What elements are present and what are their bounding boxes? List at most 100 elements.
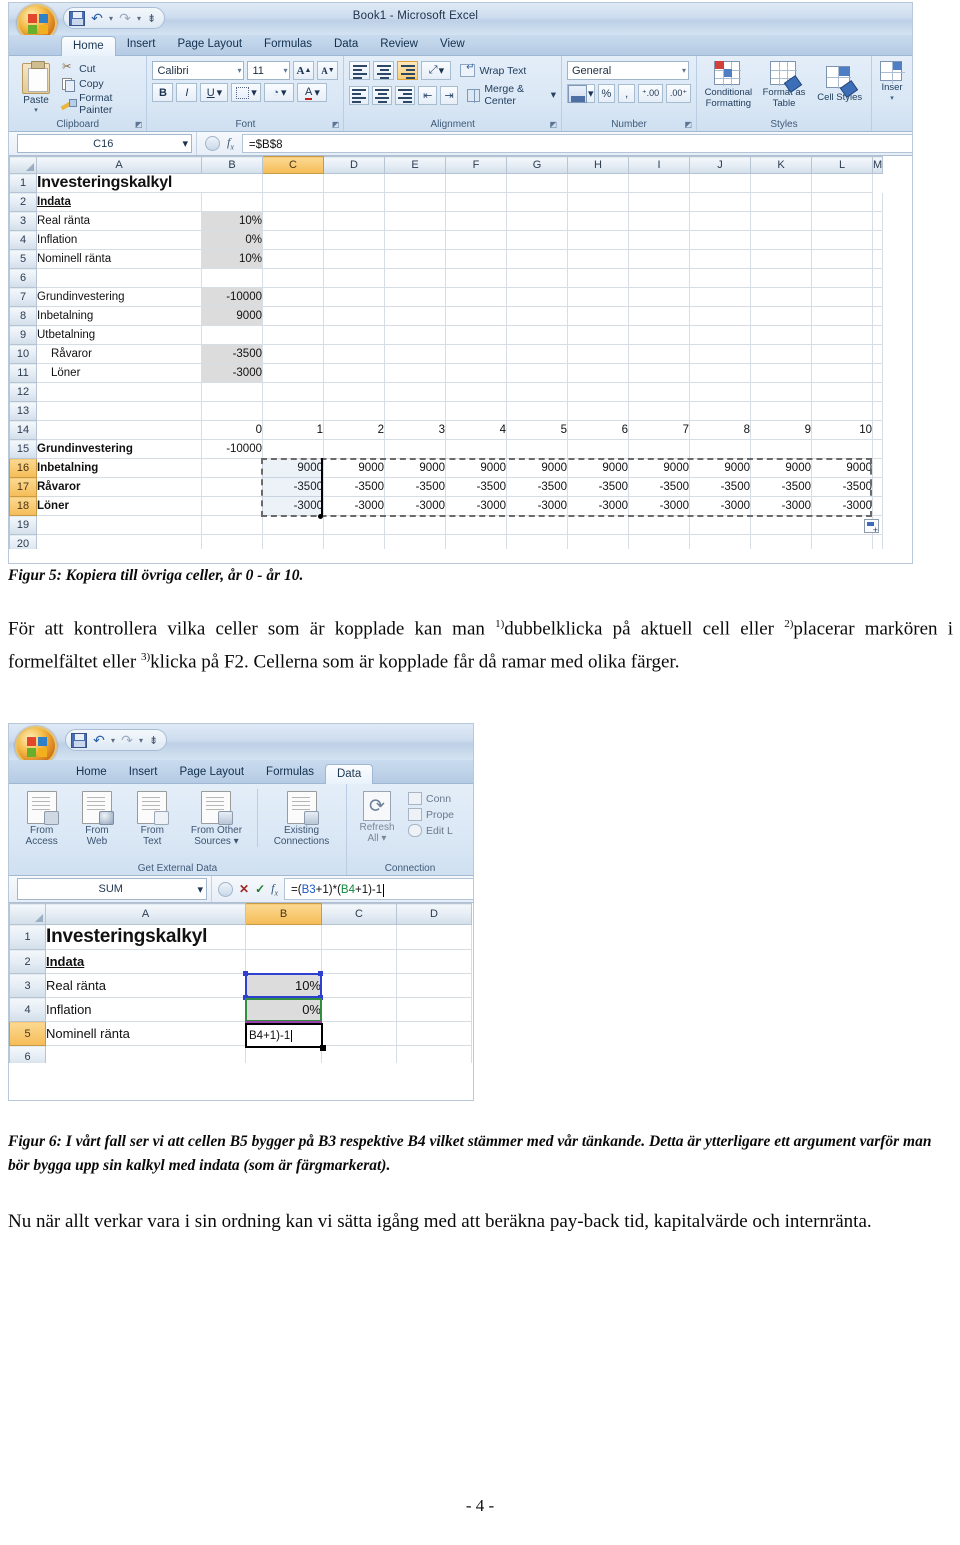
cell-D4-2[interactable] [396,997,472,1022]
clipboard-dialog-launcher-icon[interactable]: ◩ [135,120,143,129]
number-format-chevron-down-icon[interactable]: ▾ [682,66,686,75]
cell-D10[interactable] [323,344,385,364]
cell-F9[interactable] [445,325,507,345]
cell-E15[interactable] [384,439,446,459]
cell-A4[interactable]: Inflation [36,230,202,250]
cell-B13[interactable] [201,401,263,421]
cell-A8[interactable]: Inbetalning [36,306,202,326]
cell-A2[interactable]: Indata [36,192,202,212]
cell-M8[interactable] [872,306,884,326]
merge-chevron-down-icon[interactable]: ▾ [551,89,556,101]
cell-H9[interactable] [567,325,629,345]
cell-A1-2[interactable]: Investeringskalkyl [45,924,246,950]
cell-I13[interactable] [628,401,690,421]
cell-D5-2[interactable] [396,1021,472,1046]
cell-D17[interactable]: -3500 [323,477,385,497]
number-format-combobox[interactable]: General ▾ [567,61,689,80]
cell-C7[interactable] [262,287,324,307]
cell-E11[interactable] [384,363,446,383]
connections-button[interactable]: Conn [408,792,454,805]
cell-C5[interactable] [262,249,324,269]
cell-B11[interactable]: -3000 [201,363,263,383]
cell-G2[interactable] [506,192,568,212]
name-box-chevron-down-icon[interactable]: ▾ [182,137,188,150]
cell-L10[interactable] [811,344,873,364]
cell-C6-2[interactable] [321,1045,397,1063]
cell-L15[interactable] [811,439,873,459]
cell-F20[interactable] [445,534,507,549]
cell-K18[interactable]: -3000 [750,496,812,516]
cell-B17[interactable] [201,477,263,497]
from-text-button[interactable]: From Text [125,789,180,847]
cell-D16[interactable]: 9000 [323,458,385,478]
font-name-chevron-down-icon[interactable]: ▾ [237,66,241,75]
cell-M12[interactable] [872,382,884,402]
tab-insert[interactable]: Insert [116,35,167,55]
insert-chevron-down-icon[interactable]: ▾ [890,94,894,102]
cell-G17[interactable]: -3500 [506,477,568,497]
fill-handle-2[interactable] [320,1045,326,1051]
cell-A3[interactable]: Real ränta [36,211,202,231]
cell-M20[interactable] [872,534,884,549]
cell-G6[interactable] [506,268,568,288]
cell-F19[interactable] [445,515,507,535]
cell-F18[interactable]: -3000 [445,496,507,516]
fx-icon[interactable]: fx [227,135,234,151]
cell-K5[interactable] [750,249,812,269]
cell-A9[interactable]: Utbetalning [36,325,202,345]
cell-D13[interactable] [323,401,385,421]
fill-handle[interactable] [318,514,323,519]
cell-D18[interactable]: -3000 [323,496,385,516]
cell-J3[interactable] [689,211,751,231]
font-dialog-launcher-icon[interactable]: ◩ [332,120,340,129]
cell-styles-button[interactable]: Cell Styles [813,65,866,104]
cell-L6[interactable] [811,268,873,288]
col-header-J[interactable]: J [689,156,751,174]
cell-E7[interactable] [384,287,446,307]
refresh-all-button[interactable]: RefreshAll ▾ [352,789,402,844]
cell-D2[interactable] [323,192,385,212]
cell-J11[interactable] [689,363,751,383]
cell-F6[interactable] [445,268,507,288]
cell-J19[interactable] [689,515,751,535]
cell-I12[interactable] [628,382,690,402]
cell-J8[interactable] [689,306,751,326]
cell-D4[interactable] [323,230,385,250]
cell-E5[interactable] [384,249,446,269]
name-box-2[interactable]: SUM ▾ [17,878,207,900]
cell-C14[interactable]: 1 [262,420,324,440]
cell-G18[interactable]: -3000 [506,496,568,516]
cell-D14[interactable]: 2 [323,420,385,440]
row-header-6[interactable]: 6 [9,268,37,288]
cell-B15[interactable]: -10000 [201,439,263,459]
row-header-2-2[interactable]: 2 [9,949,46,974]
cell-C3-2[interactable] [321,973,397,998]
cell-C18[interactable]: -3000 [262,496,324,516]
cell-E14[interactable]: 3 [384,420,446,440]
font-color-button[interactable]: A ▾ [297,83,328,102]
enter-icon[interactable]: ✓ [255,882,265,896]
cell-G12[interactable] [506,382,568,402]
cell-J7[interactable] [689,287,751,307]
cell-C17[interactable]: -3500 [262,477,324,497]
cell-K17[interactable]: -3500 [750,477,812,497]
cell-A15[interactable]: Grundinvestering [36,439,202,459]
col-header-F[interactable]: F [445,156,507,174]
cell-H16[interactable]: 9000 [567,458,629,478]
cell-L13[interactable] [811,401,873,421]
cell-K6[interactable] [750,268,812,288]
cell-I20[interactable] [628,534,690,549]
cell-F2[interactable] [445,192,507,212]
row-header-3[interactable]: 3 [9,211,37,231]
row-header-9[interactable]: 9 [9,325,37,345]
undo-icon-2[interactable]: ↶ [91,732,107,748]
cell-F7[interactable] [445,287,507,307]
insert-cells-button[interactable]: Inser ▾ [877,60,907,102]
cell-J5[interactable] [689,249,751,269]
cell-E19[interactable] [384,515,446,535]
cell-A17[interactable]: Råvaror [36,477,202,497]
paste-button[interactable]: Paste ▾ [14,61,58,114]
cell-D11[interactable] [323,363,385,383]
cell-E9[interactable] [384,325,446,345]
cell-L5[interactable] [811,249,873,269]
